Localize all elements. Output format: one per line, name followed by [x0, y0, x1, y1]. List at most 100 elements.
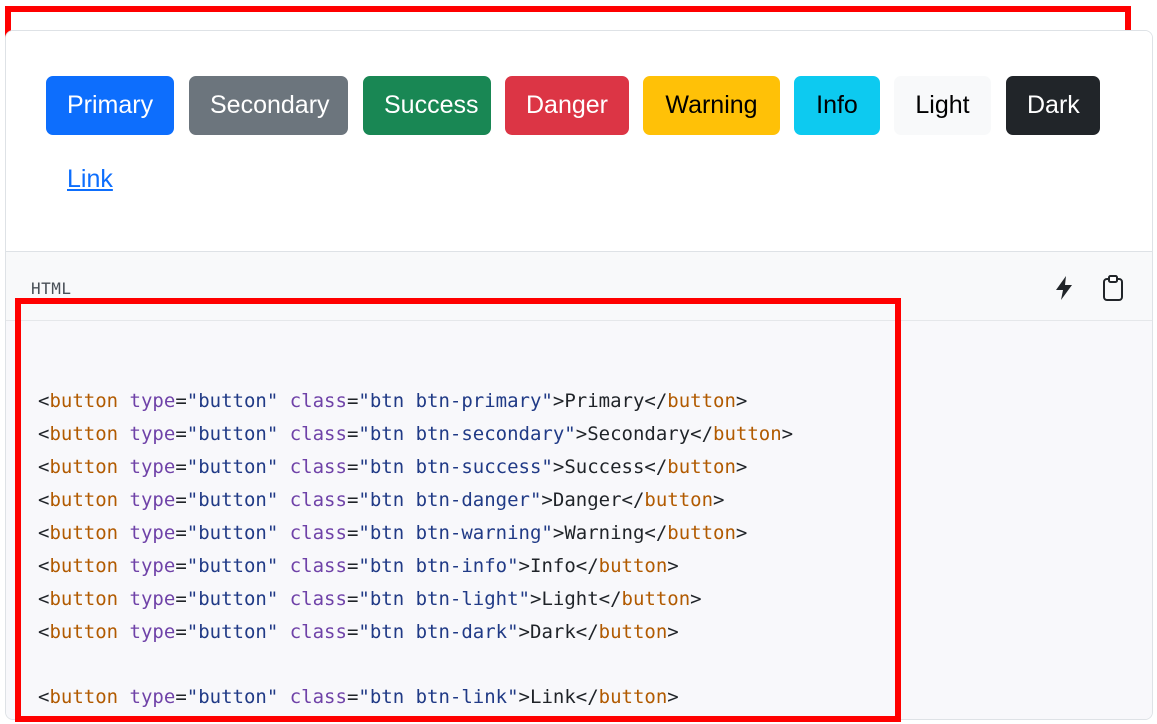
code-token: =	[175, 390, 187, 412]
lightning-icon[interactable]	[1050, 274, 1078, 302]
code-token: "button"	[186, 522, 279, 544]
code-token: =	[346, 555, 359, 577]
code-token: "btn btn-danger"	[358, 489, 542, 511]
code-token: Success	[564, 456, 645, 478]
code-token: "button"	[186, 390, 279, 412]
code-line: <button type="button" class="btn btn-lig…	[38, 587, 702, 611]
code-token: >	[541, 489, 553, 511]
code-token: class	[289, 423, 347, 445]
code-token: button	[49, 423, 119, 445]
code-line: <button type="button" class="btn btn-suc…	[38, 455, 747, 479]
code-token: "button"	[186, 456, 279, 478]
code-token: type	[129, 621, 176, 643]
code-token: button	[49, 390, 119, 412]
code-token: =	[175, 489, 187, 511]
code-token: <	[38, 423, 50, 445]
code-token: class	[289, 555, 347, 577]
code-token: =	[346, 588, 359, 610]
code-line: <button type="button" class="btn btn-inf…	[38, 554, 679, 578]
code-token: button	[49, 621, 119, 643]
dark-button[interactable]: Dark	[1006, 76, 1100, 135]
code-token: =	[175, 588, 187, 610]
code-token: >	[735, 390, 748, 412]
code-token: Dark	[530, 621, 576, 643]
code-token: <	[38, 555, 50, 577]
code-token: button	[598, 686, 668, 708]
success-button[interactable]: Success	[363, 76, 491, 135]
code-line: <button type="button" class="btn btn-pri…	[38, 389, 747, 413]
warning-button[interactable]: Warning	[643, 76, 780, 135]
code-token: >	[690, 588, 702, 610]
code-token: >	[667, 555, 679, 577]
primary-button[interactable]: Primary	[46, 76, 174, 135]
code-token: "button"	[186, 489, 279, 511]
code-token: =	[175, 621, 187, 643]
code-token: >	[529, 588, 542, 610]
code-token: button	[49, 489, 119, 511]
code-token: =	[175, 686, 187, 708]
clipboard-icon[interactable]	[1099, 274, 1127, 302]
code-token: "btn btn-link"	[358, 686, 519, 708]
danger-button[interactable]: Danger	[505, 76, 629, 135]
code-token: </	[598, 588, 622, 610]
code-token: >	[552, 456, 565, 478]
code-token: class	[289, 588, 347, 610]
code-token: >	[781, 423, 794, 445]
info-button[interactable]: Info	[794, 76, 880, 135]
code-token: "btn btn-primary"	[358, 390, 553, 412]
code-token: <	[38, 588, 50, 610]
link-button[interactable]: Link	[67, 163, 113, 195]
code-token: =	[175, 456, 187, 478]
code-token: type	[129, 555, 176, 577]
code-line: <button type="button" class="btn btn-dan…	[38, 488, 725, 512]
code-token: button	[49, 555, 119, 577]
code-token: "btn btn-success"	[358, 456, 553, 478]
secondary-button[interactable]: Secondary	[189, 76, 348, 135]
code-token: =	[346, 686, 359, 708]
code-token: Info	[530, 555, 576, 577]
code-token: "button"	[186, 686, 279, 708]
code-token: </	[644, 456, 668, 478]
clipboard-icon-svg	[1103, 275, 1123, 301]
code-token: type	[129, 489, 176, 511]
code-token: </	[690, 423, 714, 445]
code-token: Primary	[564, 390, 645, 412]
light-button[interactable]: Light	[894, 76, 991, 135]
code-line: <button type="button" class="btn btn-war…	[38, 521, 747, 545]
code-token: button	[598, 555, 668, 577]
code-token: </	[575, 555, 599, 577]
code-token: >	[552, 522, 565, 544]
code-token: button	[667, 390, 736, 412]
code-token: </	[621, 489, 645, 511]
code-token: type	[129, 588, 176, 610]
example-preview: Primary Secondary Success Danger Warning…	[6, 31, 1152, 251]
code-block: <button type="button" class="btn btn-pri…	[6, 321, 1152, 719]
code-token: =	[346, 489, 359, 511]
code-token: >	[735, 456, 748, 478]
code-token: "btn btn-light"	[358, 588, 530, 610]
code-token: "button"	[186, 423, 279, 445]
code-token: >	[518, 686, 530, 708]
code-token: <	[38, 489, 50, 511]
doc-example-card: Primary Secondary Success Danger Warning…	[5, 30, 1153, 720]
code-toolbar: HTML	[6, 251, 1152, 321]
code-token: </	[644, 390, 668, 412]
code-token: type	[129, 423, 176, 445]
code-token: button	[667, 456, 736, 478]
code-token: "button"	[186, 555, 279, 577]
code-line: <button type="button" class="btn btn-dar…	[38, 620, 679, 644]
code-token: Secondary	[587, 423, 691, 445]
code-token: Danger	[552, 489, 622, 511]
code-token: type	[129, 522, 176, 544]
